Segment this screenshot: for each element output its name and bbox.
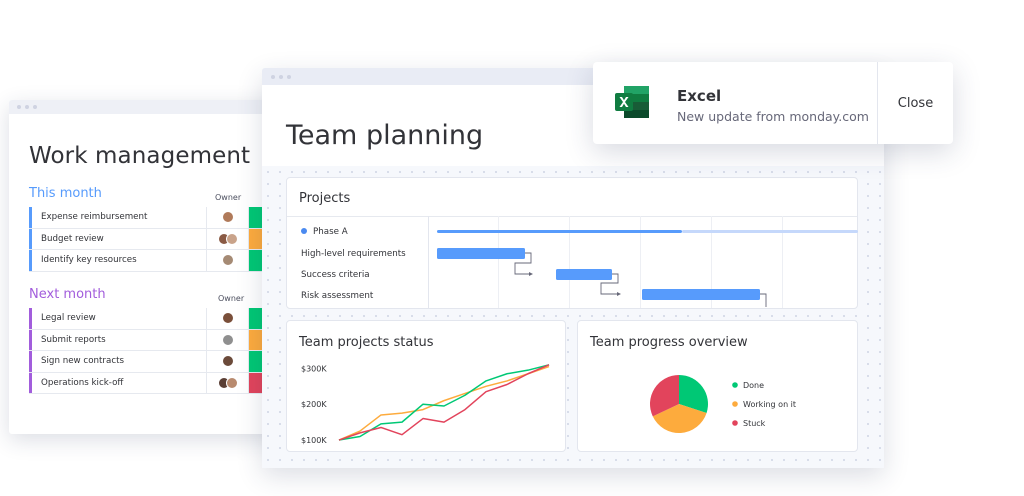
owner-cell[interactable] (207, 250, 249, 271)
phase-remaining-bar (682, 230, 858, 233)
window-dot (33, 105, 37, 109)
notification-app-name: Excel (677, 87, 722, 105)
avatar (221, 254, 234, 267)
table-row[interactable]: Submit reports (29, 329, 289, 351)
phase-progress-bar (437, 230, 682, 233)
dependency-arrow (760, 293, 767, 307)
projects-card: Projects Phase A High-level requirements… (286, 177, 858, 309)
window-dot (279, 74, 283, 79)
excel-notification[interactable]: Excel New update from monday.com Close (593, 62, 953, 144)
row-label: Expense reimbursement (29, 207, 207, 228)
work-management-title: Work management (29, 143, 251, 169)
legend-dot-icon (732, 382, 738, 388)
phase-row[interactable]: Phase A (301, 227, 348, 237)
avatar (221, 333, 234, 346)
window-dot (271, 74, 275, 79)
status-cell[interactable] (249, 308, 263, 329)
avatar (221, 312, 234, 325)
avatar (221, 211, 234, 224)
status-cell[interactable] (249, 207, 263, 228)
avatar (225, 232, 238, 245)
row-label: Sign new contracts (29, 351, 207, 372)
close-button[interactable]: Close (878, 62, 953, 144)
status-cell[interactable] (249, 372, 263, 393)
owner-cell[interactable] (207, 351, 249, 372)
owner-cell[interactable] (207, 372, 249, 393)
pie-chart: Done Working on it Stuck (650, 375, 796, 433)
status-cell[interactable] (249, 329, 263, 350)
table-row[interactable]: Legal review (29, 308, 289, 330)
team-projects-status-card: Team projects status $300K $200K $100K (286, 320, 566, 452)
status-cell[interactable] (249, 351, 263, 372)
group-next-month: Legal review Submit reports Sign new contr… (29, 308, 289, 394)
phase-label: Phase A (313, 227, 348, 237)
legend-label: Done (743, 381, 764, 390)
table-row[interactable]: Identify key resources (29, 250, 289, 272)
table-row[interactable]: Budget review (29, 228, 289, 250)
notification-message: New update from monday.com (677, 109, 869, 124)
series-line-1 (338, 364, 550, 441)
row-label: Budget review (29, 228, 207, 249)
series-line-0 (338, 365, 550, 441)
status-cell[interactable] (249, 250, 263, 271)
owner-column-header: Owner (218, 294, 245, 303)
status-card-title: Team projects status (299, 335, 434, 350)
table-row[interactable]: Expense reimbursement (29, 207, 289, 229)
table-row[interactable]: Sign new contracts (29, 351, 289, 373)
team-planning-title: Team planning (286, 120, 484, 151)
table-row[interactable]: Operations kick-off (29, 372, 289, 394)
owner-cell[interactable] (207, 228, 249, 249)
y-tick-label: $100K (301, 436, 327, 445)
team-progress-overview-card: Team progress overview Done Working on it… (577, 320, 858, 452)
legend-label: Working on it (743, 400, 796, 409)
window-dot (17, 105, 21, 109)
window-dot (287, 74, 291, 79)
row-label: Identify key resources (29, 250, 207, 271)
task-row[interactable]: Risk assessment (301, 291, 373, 301)
legend-label: Stuck (743, 419, 766, 428)
row-label: Submit reports (29, 329, 207, 350)
owner-cell[interactable] (207, 329, 249, 350)
gantt-bar-risk-assessment[interactable] (642, 289, 760, 300)
status-cell[interactable] (249, 228, 263, 249)
arrow-head-icon (617, 292, 621, 296)
task-row[interactable]: High-level requirements (301, 249, 406, 259)
gantt-bar-success-criteria[interactable] (556, 269, 612, 280)
group-this-month: Expense reimbursement Budget review Identi… (29, 207, 289, 272)
gantt-bar-high-level-requirements[interactable] (437, 248, 525, 259)
excel-logo-icon (615, 86, 649, 118)
series-line-2 (338, 364, 550, 441)
gantt-timeline (437, 230, 858, 307)
row-label: Legal review (29, 308, 207, 329)
task-row[interactable]: Success criteria (301, 270, 370, 280)
progress-card-title: Team progress overview (590, 335, 748, 350)
legend-dot-icon (732, 401, 738, 407)
line-chart: $300K $200K $100K (301, 364, 550, 445)
y-tick-label: $300K (301, 364, 327, 373)
owner-column-header: Owner (215, 193, 242, 202)
owner-cell[interactable] (207, 207, 249, 228)
group-title-next-month[interactable]: Next month (29, 287, 106, 302)
row-label: Operations kick-off (29, 372, 207, 393)
arrow-head-icon (529, 272, 533, 276)
y-tick-label: $200K (301, 400, 327, 409)
phase-dot-icon (301, 228, 307, 234)
avatar (225, 376, 238, 389)
projects-card-title: Projects (299, 191, 351, 206)
group-title-this-month[interactable]: This month (29, 186, 102, 201)
legend-dot-icon (732, 420, 738, 426)
owner-cell[interactable] (207, 308, 249, 329)
avatar (221, 355, 234, 368)
window-dot (25, 105, 29, 109)
